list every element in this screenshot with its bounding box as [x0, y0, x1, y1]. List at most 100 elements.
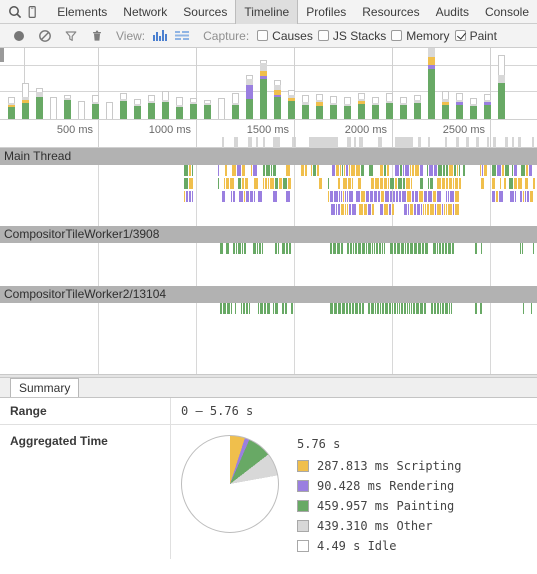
flame-chart-event[interactable] — [455, 204, 459, 215]
flame-chart-event[interactable] — [412, 191, 414, 202]
flame-chart-event[interactable] — [278, 243, 279, 254]
flame-chart-event[interactable] — [446, 165, 448, 176]
flame-chart-event[interactable] — [434, 165, 437, 176]
flame-chart-event[interactable] — [285, 303, 287, 314]
flame-chart-event[interactable] — [531, 303, 532, 314]
flame-chart-event[interactable] — [347, 204, 348, 215]
tab-elements[interactable]: Elements — [49, 0, 115, 24]
flame-chart-event[interactable] — [377, 303, 379, 314]
flame-chart-event[interactable] — [384, 178, 387, 189]
flame-chart-event[interactable] — [273, 165, 276, 176]
flame-chart-event[interactable] — [427, 165, 428, 176]
filmstrip-frame[interactable] — [512, 137, 514, 148]
filmstrip-frame[interactable] — [532, 137, 534, 148]
flame-chart-event[interactable] — [189, 191, 191, 202]
flame-chart-event[interactable] — [192, 191, 193, 202]
flame-chart-event[interactable] — [392, 204, 394, 215]
flame-chart-event[interactable] — [453, 204, 454, 215]
flame-chart-event[interactable] — [444, 204, 445, 215]
flame-chart-event[interactable] — [522, 243, 523, 254]
flame-chart-event[interactable] — [512, 165, 513, 176]
flame-chart-event[interactable] — [389, 204, 391, 215]
flame-chart-event[interactable] — [266, 165, 270, 176]
flame-chart-event[interactable] — [336, 165, 339, 176]
flame-chart-event[interactable] — [336, 204, 337, 215]
filter-funnel-icon[interactable] — [58, 25, 84, 47]
track-header-compositor-tile-worker-2[interactable]: CompositorTileWorker2/13104 — [0, 286, 537, 303]
filmstrip-frame[interactable] — [476, 137, 479, 148]
flame-chart-event[interactable] — [431, 303, 433, 314]
flame-chart-event[interactable] — [218, 165, 219, 176]
flame-chart-event[interactable] — [333, 243, 336, 254]
flame-chart-event[interactable] — [525, 191, 526, 202]
capture-js-stacks-checkbox[interactable]: JS Stacks — [317, 29, 386, 43]
flame-chart-event[interactable] — [415, 191, 418, 202]
flame-chart-event[interactable] — [220, 303, 222, 314]
flame-chart-event[interactable] — [339, 191, 340, 202]
flame-chart-event[interactable] — [262, 243, 263, 254]
flame-chart-event[interactable] — [345, 191, 346, 202]
flame-chart-event[interactable] — [375, 303, 376, 314]
flame-chart-event[interactable] — [446, 204, 447, 215]
flame-chart-event[interactable] — [413, 303, 415, 314]
flame-chart-event[interactable] — [445, 243, 447, 254]
flame-chart-event[interactable] — [399, 191, 401, 202]
tab-resources[interactable]: Resources — [354, 0, 427, 24]
tab-summary[interactable]: Summary — [10, 378, 80, 397]
flame-chart-event[interactable] — [341, 191, 342, 202]
filmstrip-frame[interactable] — [309, 137, 338, 148]
flame-chart-event[interactable] — [286, 165, 290, 176]
device-toolbar-icon[interactable] — [24, 1, 42, 23]
flame-chart-event[interactable] — [421, 204, 422, 215]
flame-chart-event[interactable] — [425, 243, 428, 254]
flame-chart-event[interactable] — [382, 303, 384, 314]
flame-chart-event[interactable] — [502, 165, 504, 176]
flame-chart-event[interactable] — [239, 191, 243, 202]
flame-chart-event[interactable] — [362, 303, 364, 314]
flame-chart-event[interactable] — [341, 204, 344, 215]
flame-chart-event[interactable] — [366, 191, 369, 202]
flame-chart-event[interactable] — [249, 303, 250, 314]
flame-chart-event[interactable] — [372, 204, 374, 215]
flame-chart-event[interactable] — [371, 303, 374, 314]
flame-chart-event[interactable] — [520, 243, 521, 254]
flame-chart-event[interactable] — [338, 303, 341, 314]
flame-chart-event[interactable] — [253, 165, 257, 176]
flame-chart-event[interactable] — [267, 303, 270, 314]
flame-chart-event[interactable] — [346, 165, 348, 176]
flame-chart-event[interactable] — [351, 165, 355, 176]
flame-chart-event[interactable] — [380, 204, 383, 215]
filmstrip-frame[interactable] — [428, 137, 430, 148]
flame-chart-event[interactable] — [359, 303, 361, 314]
flame-chart-event[interactable] — [496, 191, 498, 202]
flame-chart-event[interactable] — [301, 165, 304, 176]
flame-chart-event[interactable] — [525, 178, 528, 189]
flame-chart-event[interactable] — [463, 165, 465, 176]
flame-chart-event[interactable] — [356, 165, 360, 176]
flame-chart-event[interactable] — [505, 165, 509, 176]
flame-chart-event[interactable] — [398, 178, 402, 189]
tab-network[interactable]: Network — [115, 0, 175, 24]
flame-chart-event[interactable] — [358, 243, 361, 254]
filmstrip-frame[interactable] — [263, 137, 265, 148]
flame-chart-event[interactable] — [405, 243, 406, 254]
flame-chart-event[interactable] — [242, 178, 244, 189]
flame-chart-event[interactable] — [388, 178, 389, 189]
flame-chart-event[interactable] — [254, 191, 255, 202]
filmstrip-frame[interactable] — [354, 137, 356, 148]
flame-chart-event[interactable] — [492, 165, 496, 176]
flame-chart-event[interactable] — [350, 243, 352, 254]
flame-chart-event[interactable] — [347, 243, 349, 254]
flame-chart-event[interactable] — [352, 178, 353, 189]
flame-chart-event[interactable] — [349, 165, 350, 176]
flame-chart-event[interactable] — [385, 303, 388, 314]
flame-chart-event[interactable] — [224, 178, 225, 189]
flame-chart-event[interactable] — [416, 303, 419, 314]
flame-chart-event[interactable] — [434, 303, 436, 314]
flame-chart-event[interactable] — [381, 191, 384, 202]
flame-chart-view-button[interactable] — [171, 26, 193, 46]
flame-chart-event[interactable] — [402, 191, 406, 202]
flame-chart-event[interactable] — [425, 204, 426, 215]
flame-chart-event[interactable] — [258, 303, 259, 314]
flame-chart-event[interactable] — [403, 178, 405, 189]
